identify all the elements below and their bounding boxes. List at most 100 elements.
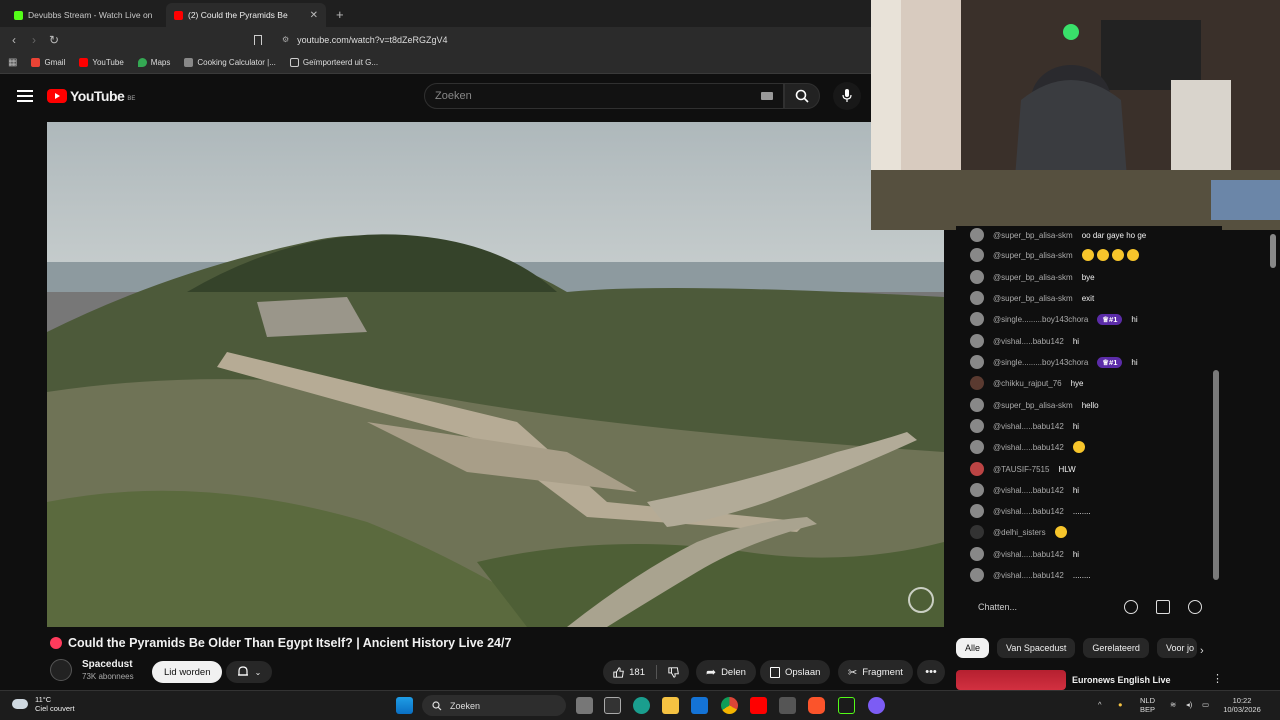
avatar [970, 228, 984, 242]
windows-start-icon[interactable] [396, 697, 413, 714]
chat-message: @vishal.....babu142 hi [970, 547, 1079, 561]
page-scrollbar[interactable] [1270, 234, 1276, 268]
join-button[interactable]: Lid worden [152, 661, 223, 683]
bookmark-youtube[interactable]: YouTube [79, 58, 124, 67]
apps-grid-icon[interactable]: ▦ [8, 57, 17, 68]
tab-youtube[interactable]: (2) Could the Pyramids Be ✕ [166, 3, 326, 27]
related-video-thumbnail[interactable] [956, 670, 1066, 690]
chip-for-you[interactable]: Voor jo [1156, 638, 1197, 658]
close-tab-icon[interactable]: ✕ [310, 10, 318, 21]
youtube-icon [79, 58, 89, 67]
bookmark-gmail[interactable]: Gmail [31, 58, 65, 67]
bookmark-cooking-calculator[interactable]: Cooking Calculator |... [184, 58, 276, 67]
kick-app-icon[interactable] [838, 697, 855, 714]
site-info-icon[interactable]: ⚙ [282, 35, 289, 44]
super-chat-icon[interactable] [1156, 600, 1170, 614]
channel-watermark-icon[interactable] [908, 587, 934, 613]
avatar [970, 355, 984, 369]
chat-message: @single.........boy143chora ♕#1 hi [970, 312, 1138, 326]
chevron-down-icon: ⌄ [254, 667, 262, 677]
chevron-right-icon[interactable]: › [1200, 645, 1204, 657]
clock[interactable]: 10:22 10/03/2026 [1220, 696, 1264, 714]
edge-icon[interactable] [633, 697, 650, 714]
wifi-icon[interactable]: ≋ [1170, 700, 1176, 709]
browser-tab-bar: Devubbs Stream - Watch Live on (2) Could… [0, 0, 871, 27]
taskbar-search[interactable]: Zoeken [422, 695, 566, 716]
chrome-icon[interactable] [721, 697, 738, 714]
search-icon [432, 700, 442, 710]
tray-overflow-icon[interactable]: ^ [1098, 700, 1102, 709]
folder-icon [289, 58, 299, 67]
volume-icon[interactable]: ◂) [1186, 700, 1192, 709]
chat-input[interactable]: Chatten... [968, 596, 1208, 618]
discord-icon[interactable] [868, 697, 885, 714]
chip-from-channel[interactable]: Van Spacedust [997, 638, 1076, 658]
chip-all[interactable]: Alle [956, 638, 990, 658]
search-button[interactable] [784, 83, 820, 109]
bookmark-folder-imported[interactable]: Geïmporteerd uit G... [289, 58, 378, 67]
bookmark-icon[interactable] [254, 34, 262, 45]
new-tab-button[interactable]: + [326, 7, 354, 27]
chip-related[interactable]: Gerelateerd [1083, 638, 1149, 658]
forward-icon[interactable]: › [24, 33, 44, 47]
avatar [970, 483, 984, 497]
share-button[interactable]: ➦ Delen [696, 660, 756, 684]
channel-name[interactable]: Spacedust [82, 659, 134, 670]
related-video-title[interactable]: Euronews English Live [1072, 675, 1171, 685]
search-input[interactable]: Zoeken [424, 83, 784, 109]
channel-info: Spacedust 73K abonnees [50, 659, 134, 681]
address-bar: ‹ › ↻ ⚙ youtube.com/watch?v=t8dZeRGZgV4 [0, 27, 871, 52]
kick-icon [14, 10, 23, 20]
thumbs-down-icon[interactable] [668, 666, 679, 679]
weather-widget[interactable]: 11°C Ciel couvert [12, 695, 75, 713]
outlook-icon[interactable] [691, 697, 708, 714]
url-text[interactable]: youtube.com/watch?v=t8dZeRGZgV4 [297, 35, 447, 45]
like-count[interactable]: 181 [629, 667, 645, 678]
like-dislike-group: 181 [603, 660, 689, 684]
search-icon [795, 89, 809, 103]
avatar [970, 248, 984, 262]
back-icon[interactable]: ‹ [4, 33, 24, 47]
more-actions-button[interactable]: ••• [917, 660, 945, 684]
channel-avatar[interactable] [50, 659, 72, 681]
avatar [970, 270, 984, 284]
input-language[interactable]: NLD BEP [1140, 696, 1155, 714]
notifications-button[interactable]: ⌄ [226, 661, 272, 683]
menu-icon[interactable] [17, 90, 33, 102]
reload-icon[interactable]: ↻ [44, 33, 64, 47]
clip-button[interactable]: ✂ Fragment [838, 660, 913, 684]
youtube-favicon-icon [174, 10, 183, 20]
tab-devubbs[interactable]: Devubbs Stream - Watch Live on [6, 3, 166, 27]
related-video[interactable]: Euronews English Live [956, 670, 1226, 690]
chat-message: @super_bp_alisa-skm bye [970, 270, 1095, 284]
avatar [970, 525, 984, 539]
store-icon[interactable] [604, 697, 621, 714]
member-badge: ♕#1 [1097, 356, 1123, 368]
heart-icon[interactable] [1188, 600, 1202, 614]
task-view-icon[interactable] [576, 697, 593, 714]
battery-icon[interactable]: ▭ [1202, 700, 1209, 709]
youtube-app-icon[interactable] [750, 697, 767, 714]
voice-search-button[interactable] [833, 82, 861, 110]
chat-scrollbar[interactable] [1213, 370, 1219, 580]
scissors-icon: ✂ [848, 666, 858, 679]
youtube-logo[interactable]: YouTube BE [47, 88, 135, 104]
keyboard-icon[interactable] [761, 92, 773, 100]
chat-message: @single.........boy143chora ♕#1 hi [970, 355, 1138, 369]
tray-app-icon[interactable]: ● [1118, 700, 1123, 709]
emoji-icon[interactable] [1124, 600, 1138, 614]
chat-message: @vishal.....babu142........ [970, 504, 1091, 518]
bookmark-maps[interactable]: Maps [137, 58, 170, 67]
brave-icon[interactable] [808, 697, 825, 714]
laughing-emoji-icon [1081, 249, 1142, 261]
thumbs-up-icon[interactable] [613, 666, 624, 679]
video-player[interactable] [47, 122, 944, 627]
save-button[interactable]: Opslaan [760, 660, 831, 684]
avatar [970, 547, 984, 561]
more-vertical-icon[interactable]: ⋮ [1212, 672, 1223, 685]
avatar [970, 419, 984, 433]
tab-title: Devubbs Stream - Watch Live on [28, 10, 153, 20]
calculator-icon[interactable] [779, 697, 796, 714]
file-explorer-icon[interactable] [662, 697, 679, 714]
save-icon [770, 666, 780, 678]
